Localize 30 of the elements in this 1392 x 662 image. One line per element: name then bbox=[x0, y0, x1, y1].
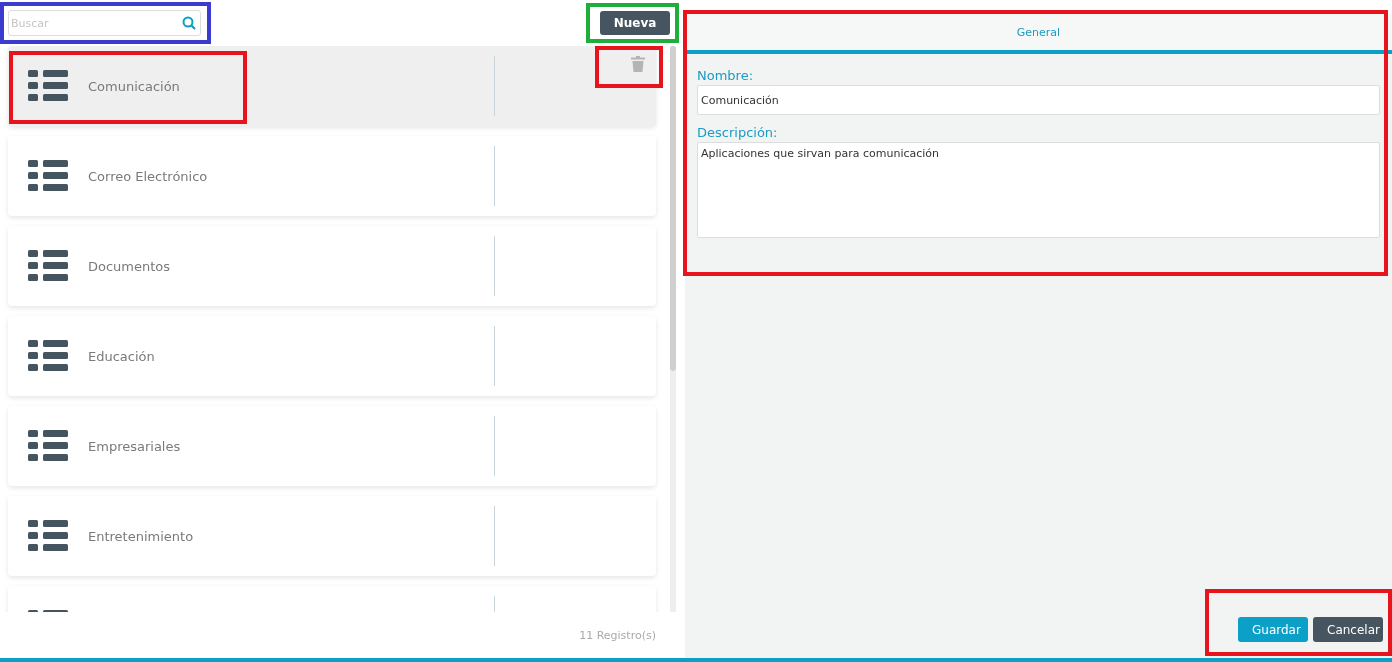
general-tab[interactable]: General bbox=[1016, 25, 1061, 39]
new-button[interactable]: Nueva bbox=[600, 11, 670, 35]
trash-icon[interactable] bbox=[631, 56, 645, 72]
list-icon bbox=[28, 250, 68, 282]
record-count: 11 Registro(s) bbox=[579, 628, 656, 642]
save-button[interactable]: Guardar bbox=[1238, 617, 1308, 642]
item-label: Documentos bbox=[88, 258, 171, 274]
list-item[interactable]: Educación bbox=[8, 316, 656, 396]
description-label: Descripción: bbox=[697, 125, 779, 140]
name-label: Nombre: bbox=[697, 68, 755, 83]
list-item[interactable]: Comunicación bbox=[8, 46, 656, 126]
item-label: Entretenimiento bbox=[88, 528, 194, 544]
item-label: Educación bbox=[88, 348, 155, 364]
name-field[interactable]: Comunicación bbox=[697, 85, 1380, 115]
list-item[interactable]: Empresariales bbox=[8, 406, 656, 486]
search-field[interactable]: Buscar bbox=[8, 10, 201, 36]
cancel-button[interactable]: Cancelar bbox=[1313, 617, 1383, 642]
description-field[interactable]: Aplicaciones que sirvan para comunicación bbox=[697, 142, 1380, 238]
list-item[interactable]: Correo Electrónico bbox=[8, 136, 656, 216]
list-icon bbox=[28, 430, 68, 462]
list-icon bbox=[28, 70, 68, 102]
list-icon bbox=[28, 520, 68, 552]
list-item[interactable]: Documentos bbox=[8, 226, 656, 306]
item-label: Comunicación bbox=[88, 78, 180, 94]
item-label: Empresariales bbox=[88, 438, 181, 454]
list-icon bbox=[28, 340, 68, 372]
list-item[interactable]: Entretenimiento bbox=[8, 496, 656, 576]
item-label: Correo Electrónico bbox=[88, 168, 208, 184]
list-icon bbox=[28, 160, 68, 192]
search-icon[interactable] bbox=[182, 16, 196, 30]
